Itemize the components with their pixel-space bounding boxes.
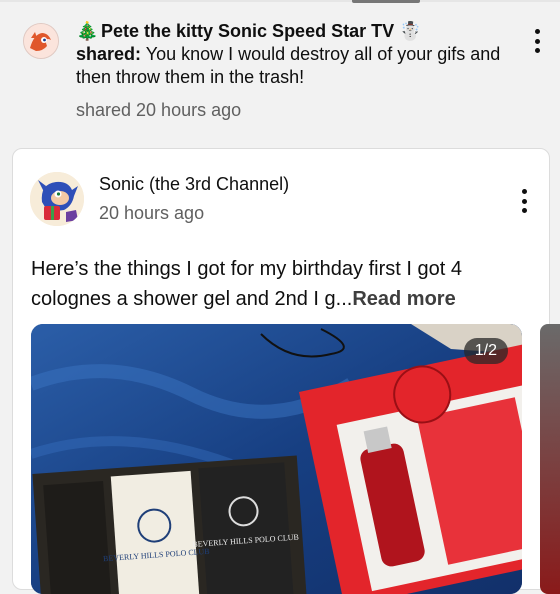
- sharer-name-label: Pete the kitty Sonic Speed Star TV: [101, 21, 395, 41]
- channel-name[interactable]: Sonic (the 3rd Channel): [99, 174, 289, 195]
- christmas-tree-icon: 🎄: [76, 21, 99, 41]
- shared-post-header: 🎄 Pete the kitty Sonic Speed Star TV ☃️ …: [0, 0, 560, 140]
- post-text: Here’s the things I got for my birthday …: [31, 254, 541, 314]
- snowman-icon: ☃️: [399, 21, 422, 41]
- read-more-link[interactable]: Read more: [352, 288, 455, 310]
- more-vert-icon[interactable]: [532, 29, 542, 53]
- sharer-avatar[interactable]: [23, 23, 59, 59]
- next-image-preview[interactable]: [540, 324, 560, 594]
- post-card: Sonic (the 3rd Channel) 20 hours ago Her…: [12, 148, 560, 594]
- image-counter: 1/2: [463, 338, 508, 364]
- shared-post-text: 🎄 Pete the kitty Sonic Speed Star TV ☃️ …: [76, 20, 506, 89]
- post-image[interactable]: BEVERLY HILLS POLO CLUB BEVERLY HILLS PO…: [31, 324, 522, 594]
- channel-avatar[interactable]: [30, 172, 84, 226]
- sharer-name[interactable]: 🎄 Pete the kitty Sonic Speed Star TV ☃️: [76, 21, 422, 41]
- more-vert-icon[interactable]: [519, 189, 529, 213]
- post-timestamp: 20 hours ago: [99, 203, 205, 223]
- shared-timestamp: shared 20 hours ago: [76, 100, 242, 120]
- shared-label: shared:: [76, 44, 142, 64]
